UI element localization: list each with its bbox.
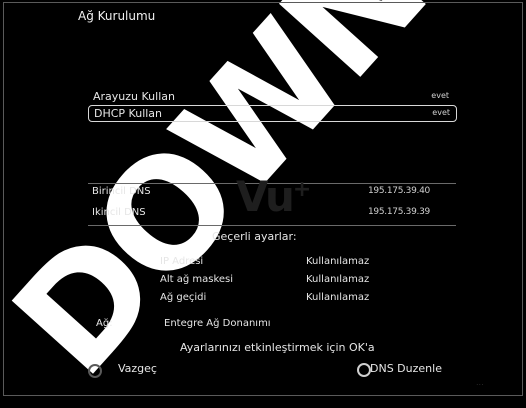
setting-use-dhcp[interactable]: DHCP Kullan evet (88, 105, 457, 122)
cancel-radio-icon[interactable] (88, 364, 102, 378)
footer-ghost-text: ... (476, 378, 484, 387)
gateway-label: Ağ geçidi (160, 292, 207, 303)
dns-secondary-value[interactable]: 195.175.39.39 (368, 207, 430, 217)
dns-edit-button[interactable]: DNS Duzenle (370, 362, 442, 375)
ip-address-value: Kullanılamaz (306, 256, 370, 267)
setting-value: evet (431, 91, 449, 100)
dns-primary-value[interactable]: 195.175.39.40 (368, 186, 430, 196)
dns-secondary-label[interactable]: Ikincil DNS (92, 207, 146, 218)
dns-primary-label[interactable]: Birincil DNS (92, 186, 151, 197)
setting-value: evet (432, 108, 450, 117)
dns-edit-radio-icon[interactable] (357, 363, 371, 377)
logo-plus: + (292, 177, 311, 202)
setting-use-interface[interactable]: Arayuzu Kullan evet (88, 88, 455, 106)
gateway-value: Kullanılamaz (306, 292, 370, 303)
page-title: Ağ Kurulumu (78, 9, 156, 23)
setting-label: DHCP Kullan (94, 107, 163, 120)
cancel-button[interactable]: Vazgeç (118, 362, 157, 375)
current-settings-heading: Geçerli ayarlar: (212, 230, 297, 243)
logo-text: Vu (236, 172, 295, 221)
ok-hint: Ayarlarınızı etkinleştirmek için OK'a (180, 341, 375, 354)
setting-label: Arayuzu Kullan (93, 90, 175, 103)
brand-logo: Vu+ (236, 172, 311, 221)
ip-address-label: IP Adresi (160, 256, 204, 267)
adapter-label: Ağ: (96, 318, 113, 329)
subnet-mask-label: Alt ağ maskesi (160, 274, 234, 285)
subnet-mask-value: Kullanılamaz (306, 274, 370, 285)
adapter-value: Entegre Ağ Donanımı (164, 318, 271, 329)
separator (88, 225, 456, 226)
